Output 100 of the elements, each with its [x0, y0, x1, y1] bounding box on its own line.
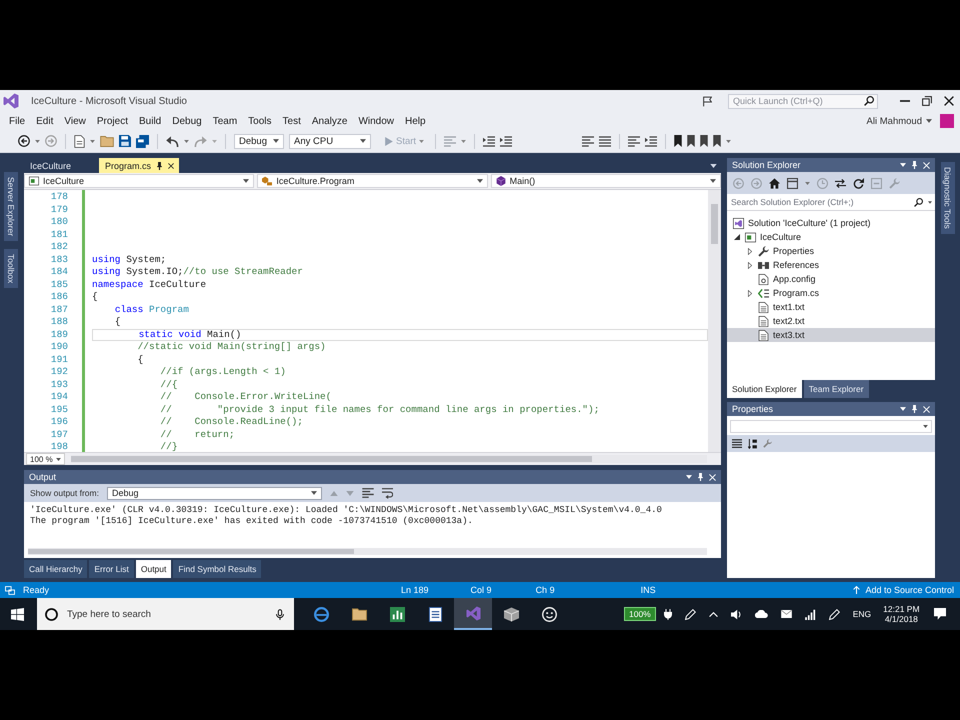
- platform-dropdown[interactable]: Any CPU: [289, 134, 371, 148]
- swap-arrows-icon[interactable]: [835, 178, 846, 188]
- horizontal-scrollbar[interactable]: [28, 548, 707, 555]
- signal-bars-icon[interactable]: [804, 608, 816, 620]
- panel-tab[interactable]: Output: [136, 560, 172, 578]
- browser-icon[interactable]: [314, 606, 328, 622]
- battery-indicator[interactable]: 100%: [624, 607, 656, 621]
- navigation-dropdown[interactable]: IceCulture: [24, 174, 254, 188]
- chevron-up-icon[interactable]: [708, 612, 718, 616]
- smiley-icon[interactable]: [542, 606, 556, 622]
- expand-arrow-icon[interactable]: [748, 248, 752, 254]
- box-icon[interactable]: [504, 606, 518, 622]
- window-icon[interactable]: [787, 178, 798, 188]
- side-tab[interactable]: Server Explorer: [4, 172, 18, 242]
- minimize-icon[interactable]: [900, 100, 910, 102]
- cloud-icon[interactable]: [754, 610, 768, 618]
- bookmark-icon[interactable]: [687, 135, 696, 147]
- document-tab[interactable]: Program.cs: [99, 158, 180, 173]
- back-arrow-icon[interactable]: [18, 135, 30, 147]
- zoom-dropdown[interactable]: 100 %: [26, 453, 65, 465]
- scroll-thumb[interactable]: [711, 204, 718, 244]
- pin-icon[interactable]: [157, 162, 162, 170]
- tree-item[interactable]: App.config: [727, 272, 935, 286]
- caret-icon[interactable]: [900, 407, 906, 411]
- home-icon[interactable]: [769, 178, 780, 188]
- configuration-dropdown[interactable]: Debug: [234, 134, 284, 148]
- tree-item[interactable]: Program.cs: [727, 286, 935, 300]
- clock-time[interactable]: 12:21 PM: [883, 604, 920, 614]
- refresh-icon[interactable]: [853, 178, 864, 188]
- pen-icon[interactable]: [684, 608, 696, 620]
- close-icon[interactable]: [168, 162, 174, 168]
- panel-tab[interactable]: Find Symbol Results: [173, 560, 262, 578]
- caret-icon[interactable]: [928, 201, 932, 204]
- caret-icon[interactable]: [710, 164, 717, 168]
- caret-icon[interactable]: [35, 140, 40, 142]
- language-indicator[interactable]: ENG: [852, 609, 872, 619]
- panel-tab[interactable]: Error List: [89, 560, 134, 578]
- menu-item[interactable]: Team: [208, 114, 242, 128]
- side-tab[interactable]: Diagnostic Tools: [940, 162, 954, 234]
- menu-item[interactable]: Project: [92, 114, 133, 128]
- source-control-button[interactable]: Add to Source Control: [853, 585, 954, 595]
- caret-icon[interactable]: [184, 140, 189, 142]
- word-wrap-icon[interactable]: [382, 488, 393, 498]
- menu-item[interactable]: Help: [400, 114, 431, 128]
- menu-item[interactable]: Edit: [31, 114, 58, 128]
- menu-item[interactable]: File: [4, 114, 30, 128]
- indent-icon[interactable]: [483, 136, 496, 146]
- chart-app-icon[interactable]: [390, 606, 404, 622]
- restore-icon[interactable]: [922, 96, 932, 106]
- quick-launch-field[interactable]: Quick Launch (Ctrl+Q): [728, 94, 878, 108]
- side-tab[interactable]: Toolbox: [4, 249, 18, 288]
- navigation-dropdown[interactable]: Main(): [490, 174, 721, 188]
- plug-icon[interactable]: [664, 608, 672, 620]
- tree-item[interactable]: IceCulture: [727, 230, 935, 244]
- document-app-icon[interactable]: [428, 606, 442, 622]
- indent-icon[interactable]: [500, 136, 512, 146]
- list-icon[interactable]: [599, 136, 612, 146]
- horizontal-scrollbar[interactable]: [70, 455, 707, 463]
- lines-icon[interactable]: [582, 136, 594, 146]
- expand-arrow-icon[interactable]: [748, 262, 752, 268]
- list-icon[interactable]: [732, 439, 742, 448]
- tree-item[interactable]: Properties: [727, 244, 935, 258]
- tree-item[interactable]: Solution 'IceCulture' (1 project): [727, 216, 935, 230]
- panel-tab[interactable]: Call Hierarchy: [24, 560, 88, 578]
- search-field[interactable]: Type here to search: [37, 598, 294, 630]
- tree-item[interactable]: References: [727, 258, 935, 272]
- pen-icon[interactable]: [828, 608, 840, 620]
- caret-icon[interactable]: [90, 140, 95, 142]
- menu-item[interactable]: Tools: [243, 114, 277, 128]
- tree-item[interactable]: text3.txt: [727, 328, 935, 342]
- tree-item[interactable]: text1.txt: [727, 300, 935, 314]
- scroll-thumb[interactable]: [70, 456, 592, 462]
- vertical-scrollbar[interactable]: [708, 190, 721, 452]
- panel-tab[interactable]: Team Explorer: [804, 380, 869, 398]
- output-source-dropdown[interactable]: Debug: [106, 486, 322, 500]
- search-icon[interactable]: [914, 198, 923, 207]
- notification-icon[interactable]: [934, 608, 946, 620]
- scroll-thumb[interactable]: [28, 549, 354, 554]
- save-icon[interactable]: [119, 135, 131, 147]
- caret-icon[interactable]: [926, 119, 932, 123]
- save-all-icon[interactable]: [136, 134, 149, 148]
- menu-item[interactable]: Debug: [167, 114, 207, 128]
- expand-arrow-icon[interactable]: [748, 290, 752, 296]
- bookmark-icon[interactable]: [674, 135, 682, 147]
- pin-icon[interactable]: [912, 161, 917, 169]
- sort-icon[interactable]: [748, 438, 757, 448]
- microphone-icon[interactable]: [276, 608, 284, 620]
- lines-icon[interactable]: [628, 136, 640, 146]
- user-name[interactable]: Ali Mahmoud: [866, 116, 922, 126]
- search-icon[interactable]: [864, 96, 874, 106]
- document-tab[interactable]: IceCulture: [24, 158, 78, 173]
- menu-item[interactable]: Test: [278, 114, 306, 128]
- caret-icon[interactable]: [900, 163, 906, 167]
- undo-icon[interactable]: [166, 136, 179, 146]
- windows-icon[interactable]: [5, 586, 15, 594]
- flag-icon[interactable]: [703, 96, 712, 106]
- menu-item[interactable]: View: [59, 114, 91, 128]
- panel-tab[interactable]: Solution Explorer: [727, 380, 802, 398]
- menu-item[interactable]: Window: [353, 114, 400, 128]
- envelope-icon[interactable]: [780, 610, 792, 618]
